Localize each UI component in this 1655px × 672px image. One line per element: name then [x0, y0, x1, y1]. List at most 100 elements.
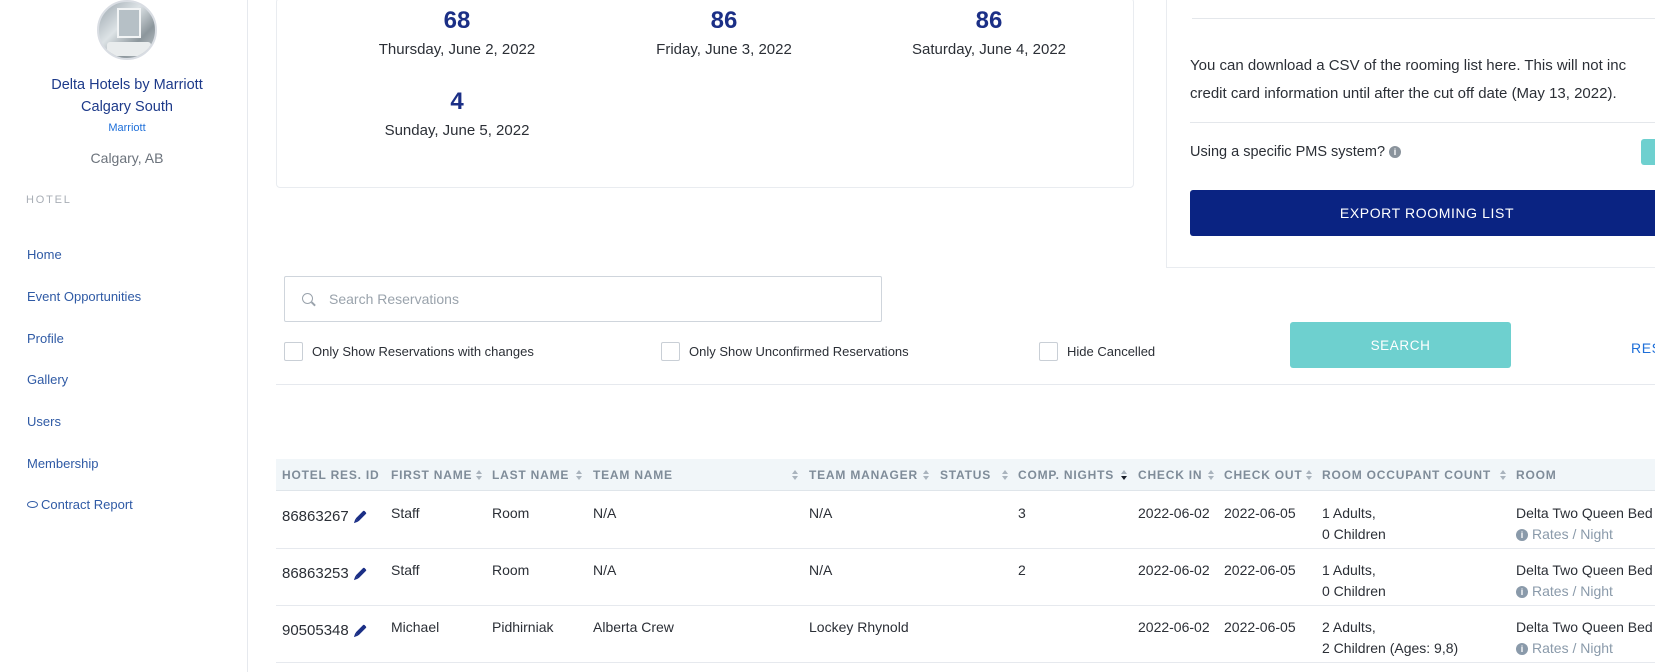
- column-header-room[interactable]: ROOM: [1516, 459, 1557, 491]
- pms-select-button[interactable]: [1641, 139, 1655, 165]
- export-rooming-list-button[interactable]: EXPORT ROOMING LIST: [1190, 190, 1655, 236]
- info-icon[interactable]: i: [1389, 146, 1402, 158]
- column-header-hotel-res-id[interactable]: HOTEL RES. ID: [282, 459, 380, 491]
- table-row[interactable]: 86863253 Staff Room N/A N/A 2 2022-06-02…: [276, 549, 1655, 606]
- pms-question: Using a specific PMS system? i: [1190, 144, 1402, 160]
- cell-last-name: Room: [492, 562, 530, 578]
- room-type: Delta Two Queen Bed: [1516, 619, 1653, 635]
- cell-room-occupant-count: 1 Adults, 0 Children: [1322, 560, 1386, 602]
- pencil-icon[interactable]: [355, 567, 367, 579]
- sidebar-item-home[interactable]: Home: [27, 247, 62, 262]
- hotel-brand[interactable]: Marriott: [0, 122, 254, 134]
- checkbox-label: Only Show Unconfirmed Reservations: [689, 343, 909, 359]
- cell-check-in: 2022-06-02: [1138, 619, 1210, 635]
- rates-per-night-link[interactable]: i Rates / Night: [1516, 581, 1653, 602]
- rates-per-night-link[interactable]: i Rates / Night: [1516, 524, 1653, 545]
- rates-label: Rates / Night: [1532, 583, 1613, 599]
- sidebar-item-profile[interactable]: Profile: [27, 331, 64, 346]
- search-input[interactable]: [329, 277, 869, 321]
- filter-reservations-with-changes[interactable]: Only Show Reservations with changes: [284, 341, 534, 361]
- occupant-children: 0 Children: [1322, 526, 1386, 542]
- reset-link[interactable]: RES: [1631, 340, 1655, 356]
- room-type: Delta Two Queen Bed: [1516, 505, 1653, 521]
- occupant-children: 0 Children: [1322, 583, 1386, 599]
- stat-count: 68: [443, 7, 471, 34]
- cell-last-name: Room: [492, 505, 530, 521]
- cell-team-manager: N/A: [809, 505, 833, 521]
- info-icon: i: [1516, 586, 1528, 598]
- table-header: HOTEL RES. ID FIRST NAME LAST NAME TEAM …: [276, 459, 1655, 491]
- cell-last-name: Pidhirniak: [492, 619, 554, 635]
- room-night-stats: 68 Thursday, June 2, 2022 86 Friday, Jun…: [276, 0, 1134, 188]
- cell-hotel-res-id: 86863267: [282, 506, 367, 527]
- hotel-city: Calgary, AB: [90, 150, 164, 166]
- stat-date: Thursday, June 2, 2022: [378, 41, 536, 58]
- column-header-comp-nights[interactable]: COMP. NIGHTS: [1018, 459, 1114, 491]
- checkbox[interactable]: [284, 341, 303, 361]
- pencil-icon[interactable]: [355, 624, 367, 636]
- sidebar-item-contract-report[interactable]: Contract Report: [27, 497, 133, 512]
- hotel-name[interactable]: Delta Hotels by Marriott Calgary South: [0, 74, 254, 118]
- sidebar-item-label: Contract Report: [41, 497, 133, 512]
- occupant-adults: 1 Adults,: [1322, 505, 1376, 521]
- table-row[interactable]: 86863267 Staff Room N/A N/A 3 2022-06-02…: [276, 492, 1655, 549]
- sidebar-item-gallery[interactable]: Gallery: [27, 372, 68, 387]
- cell-check-in: 2022-06-02: [1138, 505, 1210, 521]
- column-header-team-manager[interactable]: TEAM MANAGER: [809, 459, 918, 491]
- filter-hide-cancelled[interactable]: Hide Cancelled: [1039, 341, 1155, 361]
- sort-icon[interactable]: [576, 470, 583, 481]
- eye-slash-icon: [27, 501, 38, 508]
- cell-team-manager: Lockey Rhynold: [809, 619, 909, 635]
- checkbox[interactable]: [661, 341, 680, 361]
- checkbox-label: Only Show Reservations with changes: [312, 343, 534, 359]
- column-header-check-in[interactable]: CHECK IN: [1138, 459, 1202, 491]
- column-header-status[interactable]: STATUS: [940, 459, 991, 491]
- sort-icon[interactable]: [1208, 470, 1215, 481]
- sort-desc-icon[interactable]: [1121, 470, 1128, 481]
- sort-icon[interactable]: [1500, 470, 1507, 481]
- stat-count: 86: [710, 7, 738, 34]
- res-id-text: 86863267: [282, 508, 349, 525]
- hotel-name-line1: Delta Hotels by Marriott: [51, 77, 203, 93]
- divider: [276, 384, 1655, 385]
- sort-icon[interactable]: [1306, 470, 1313, 481]
- search-box[interactable]: [284, 276, 882, 322]
- cell-check-out: 2022-06-05: [1224, 619, 1296, 635]
- column-header-check-out[interactable]: CHECK OUT: [1224, 459, 1303, 491]
- sort-icon[interactable]: [792, 470, 799, 481]
- sidebar: Delta Hotels by Marriott Calgary South M…: [0, 0, 248, 672]
- sidebar-item-users[interactable]: Users: [27, 414, 61, 429]
- stat-item: 4 Sunday, June 5, 2022: [327, 88, 587, 139]
- sidebar-item-membership[interactable]: Membership: [27, 456, 99, 471]
- cell-team-manager: N/A: [809, 562, 833, 578]
- sidebar-item-event-opportunities[interactable]: Event Opportunities: [27, 289, 141, 304]
- column-header-first-name[interactable]: FIRST NAME: [391, 459, 472, 491]
- rates-per-night-link[interactable]: i Rates / Night: [1516, 638, 1653, 659]
- column-header-last-name[interactable]: LAST NAME: [492, 459, 569, 491]
- sort-icon[interactable]: [1002, 470, 1009, 481]
- stat-count: 4: [450, 88, 464, 115]
- search-button[interactable]: SEARCH: [1290, 322, 1511, 368]
- cell-room: Delta Two Queen Bed i Rates / Night: [1516, 503, 1653, 545]
- pms-label: Using a specific PMS system?: [1190, 144, 1386, 160]
- cell-room: Delta Two Queen Bed i Rates / Night: [1516, 617, 1653, 659]
- pencil-icon[interactable]: [355, 510, 367, 522]
- checkbox[interactable]: [1039, 341, 1058, 361]
- sidebar-section-label: HOTEL: [26, 194, 72, 206]
- cell-room-occupant-count: 2 Adults, 2 Children (Ages: 9,8): [1322, 617, 1458, 659]
- hotel-avatar: [97, 0, 157, 60]
- table-row[interactable]: 90505348 Michael Pidhirniak Alberta Crew…: [276, 606, 1655, 663]
- rates-label: Rates / Night: [1532, 526, 1613, 542]
- cell-check-out: 2022-06-05: [1224, 562, 1296, 578]
- cell-hotel-res-id: 86863253: [282, 563, 367, 584]
- search-icon: [302, 293, 313, 304]
- occupant-children: 2 Children (Ages: 9,8): [1322, 640, 1459, 656]
- column-header-room-occupant-count[interactable]: ROOM OCCUPANT COUNT: [1322, 459, 1491, 491]
- sort-icon[interactable]: [923, 470, 930, 481]
- filter-unconfirmed-reservations[interactable]: Only Show Unconfirmed Reservations: [661, 341, 909, 361]
- cell-comp-nights: 2: [1018, 562, 1026, 578]
- room-type: Delta Two Queen Bed: [1516, 562, 1653, 578]
- sort-icon[interactable]: [476, 470, 483, 481]
- cell-team-name: N/A: [593, 505, 617, 521]
- column-header-team-name[interactable]: TEAM NAME: [593, 459, 673, 491]
